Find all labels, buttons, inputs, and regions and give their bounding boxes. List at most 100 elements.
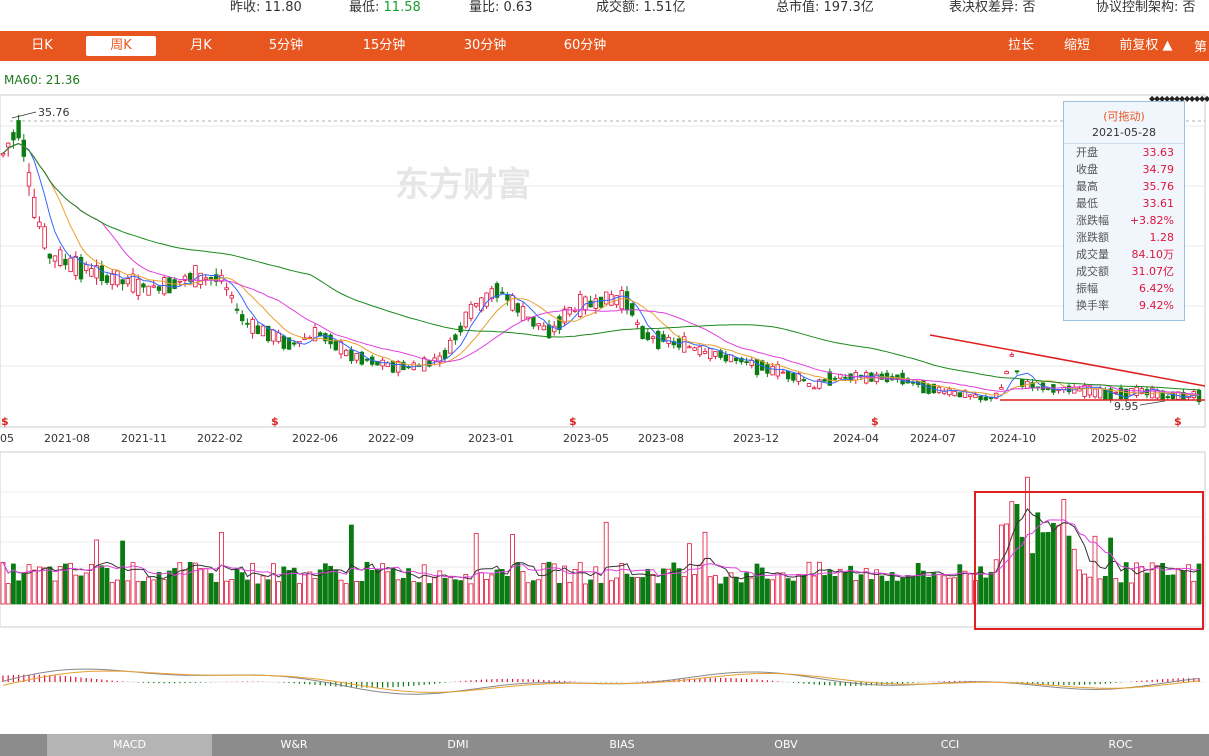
candle-body [697,346,702,356]
candle-body [58,249,63,266]
tooltip-row: 振幅 6.42% [1064,280,1184,297]
candle-body [21,139,26,157]
candle-body [317,332,323,336]
volume-bar [1191,580,1197,605]
kline-chart[interactable]: 东方财富35.769.95$ $ $ $ $◆◆◆◆◆◆◆◆◆◆◆◆05 2021-08 2… [0,90,1209,490]
volume-bar [281,566,287,605]
volume-bar [343,583,349,605]
volume-bar [73,574,79,605]
volume-bar [895,580,900,605]
candle-body [692,347,697,351]
period-tab-3[interactable]: 5分钟 [256,36,316,56]
volume-bar [749,577,755,605]
indicator-tab-dmi[interactable]: DMI [376,734,540,756]
stat-item: 协议控制架构: 否 [1096,0,1196,16]
candle-body [32,196,37,218]
volume-bar [536,579,541,605]
candle-body [754,358,760,375]
volume-bar [525,582,531,605]
candle-body [89,268,94,277]
chart-action-0[interactable]: 拉长 [998,36,1044,56]
candle-body [801,379,806,382]
period-tab-4[interactable]: 15分钟 [349,36,419,56]
tooltip-row: 涨跌额 1.28 [1064,229,1184,246]
volume-bar [947,577,952,605]
volume-bar [515,562,521,605]
volume-bar [796,573,801,605]
candle-body [203,277,208,280]
indicator-tab-cci[interactable]: CCI [868,734,1032,756]
period-tab-5[interactable]: 30分钟 [450,36,520,56]
candle-body [16,120,21,139]
tooltip-value: 34.79 [1142,163,1175,176]
event-marker-icon: $ [871,415,879,428]
volume-bar [1040,532,1046,605]
volume-bar [307,571,313,605]
candle-body [619,290,624,310]
highlight-box [974,491,1204,630]
volume-bar [5,583,11,605]
volume-bar [993,559,999,605]
volume-bar [843,572,848,605]
volume-bar [577,562,583,605]
volume-bar [801,574,807,605]
volume-bar [374,569,380,605]
volume-chart[interactable] [0,450,1209,630]
period-tab-6[interactable]: 60分钟 [550,36,620,56]
candle-body [1165,396,1170,399]
volume-bar [557,583,562,605]
candle-body [515,303,520,313]
period-tab-2[interactable]: 月K [176,36,226,56]
high-pointer [11,111,37,119]
volume-bar [125,580,131,605]
volume-bar [572,568,578,605]
candle-body [110,273,115,285]
volume-bar [697,564,703,605]
volume-bar [754,563,760,605]
indicator-tab-bias[interactable]: BIAS [540,734,704,756]
candle-body [635,322,640,325]
volume-bar [858,574,864,605]
volume-bar [130,562,136,605]
indicator-tab-obv[interactable]: OBV [704,734,868,756]
volume-bar [302,574,308,605]
candle-body [0,153,6,156]
volume-bar [988,571,994,605]
candle-body [780,371,786,374]
candles [0,114,1202,405]
indicator-tab-macd[interactable]: MACD [47,734,212,756]
chart-action-1[interactable]: 缩短 [1054,36,1100,56]
macd-chart[interactable] [0,626,1209,736]
volume-bar [120,540,125,605]
volume-bar [68,563,73,605]
high-price-label: 35.76 [38,106,70,119]
volume-bar [879,575,885,605]
volume-bar [104,568,110,605]
candle-body [11,132,16,141]
indicator-tab-wr[interactable]: W&R [212,734,376,756]
volume-bar [421,564,427,605]
volume-bar [1056,525,1061,605]
candle-body [63,258,68,266]
candle-body [349,349,354,362]
volume-bar [213,581,219,605]
volume-bar [468,583,474,605]
volume-bar [941,575,947,605]
candle-info-tooltip[interactable]: (可拖动) 2021-05-28 开盘 33.63 收盘 34.79 最高 35.76 最低… [1063,101,1185,321]
volume-bar [229,579,235,605]
volume-bar [255,583,261,605]
volume-bar [785,578,791,605]
period-tab-0[interactable]: 日K [18,36,66,56]
indicator-tab-roc[interactable]: ROC [1032,734,1209,756]
candle-body [593,298,598,309]
stat-item: 昨收: 11.80 [230,0,302,16]
volume-bar [817,561,822,605]
volume-bar [447,576,453,605]
volume-bar [250,563,256,605]
period-tab-1[interactable]: 周K [86,36,156,56]
x-axis-date: 2023-05 [563,432,609,445]
tooltip-date: 2021-05-28 [1064,126,1184,144]
candle-body [135,278,141,296]
chart-action-2[interactable]: 前复权 ▲ [1110,36,1182,56]
candle-body [167,277,172,294]
